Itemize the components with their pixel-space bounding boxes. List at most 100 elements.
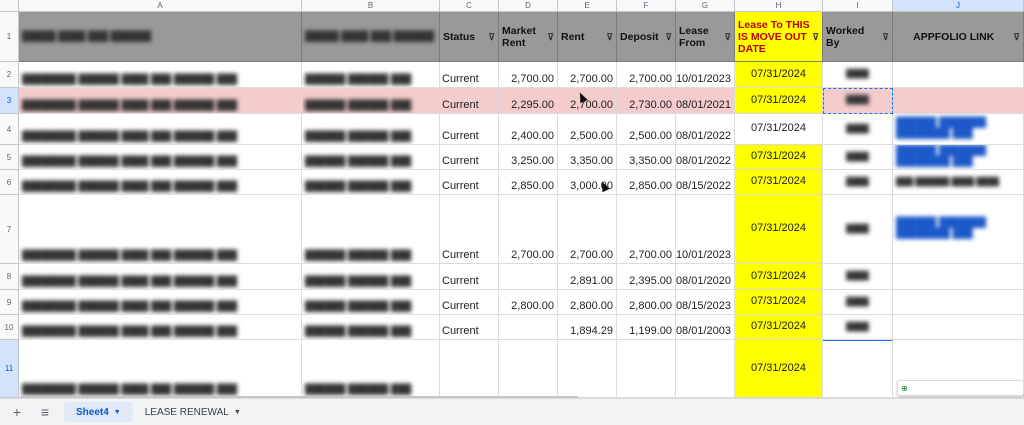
cell-c4[interactable]: Current (440, 114, 499, 145)
cell-j10[interactable] (893, 315, 1024, 340)
column-header-d[interactable]: D (499, 0, 558, 12)
row-header-3[interactable]: 3 (0, 88, 19, 114)
cell-g3[interactable]: 08/01/2021 (676, 88, 735, 114)
cell-j3[interactable] (893, 88, 1024, 114)
cell-e9[interactable]: 2,800.00 (558, 290, 617, 315)
cell-i11[interactable] (823, 340, 893, 398)
column-header-g[interactable]: G (676, 0, 735, 12)
cell-e2[interactable]: 2,700.00 (558, 62, 617, 88)
header-cell-e[interactable]: Rent ⊽ (558, 12, 617, 62)
row-header-1[interactable]: 1 (0, 12, 19, 62)
cell-b2[interactable]: ██████ ██████ ███ (302, 62, 440, 88)
cell-f7[interactable]: 2,700.00 (617, 195, 676, 264)
header-cell-h[interactable]: Lease To THIS IS MOVE OUT DATE ⊽ (735, 12, 823, 62)
header-cell-c[interactable]: Status ⊽ (440, 12, 499, 62)
cell-j6[interactable]: ███ ██████ ████ ████ (893, 170, 1024, 195)
cell-a7[interactable]: ████████ ██████ ████ ███ ██████ ███ (19, 195, 302, 264)
row-header-7[interactable]: 7 (0, 195, 19, 264)
row-header-2[interactable]: 2 (0, 62, 19, 88)
cell-b10[interactable]: ██████ ██████ ███ (302, 315, 440, 340)
cell-d11[interactable] (499, 340, 558, 398)
filter-icon[interactable]: ⊽ (882, 31, 889, 43)
column-header-h[interactable]: H (735, 0, 823, 12)
row-header-10[interactable]: 10 (0, 315, 19, 340)
cell-j9[interactable] (893, 290, 1024, 315)
appfolio-link[interactable]: ██████ ███████ ████████ ███ (896, 217, 1020, 239)
cell-d6[interactable]: 2,850.00 (499, 170, 558, 195)
filter-icon[interactable]: ⊽ (665, 31, 672, 43)
cell-c11[interactable] (440, 340, 499, 398)
column-header-j[interactable]: J (893, 0, 1024, 12)
cell-d3[interactable]: 2,295.00 (499, 88, 558, 114)
header-cell-f[interactable]: Deposit ⊽ (617, 12, 676, 62)
cell-g2[interactable]: 10/01/2023 (676, 62, 735, 88)
cell-h10[interactable]: 07/31/2024 (735, 315, 823, 340)
select-all-corner[interactable] (0, 0, 19, 12)
cell-h3[interactable]: 07/31/2024 (735, 88, 823, 114)
cell-f11[interactable] (617, 340, 676, 398)
appfolio-link[interactable]: ██████ ███████ ████████ ███ (896, 117, 1020, 139)
cell-c10[interactable]: Current (440, 315, 499, 340)
column-header-c[interactable]: C (440, 0, 499, 12)
cell-g10[interactable]: 08/01/2003 (676, 315, 735, 340)
cell-g4[interactable]: 08/01/2022 (676, 114, 735, 145)
spreadsheet-grid[interactable]: ABCDEFGHIJK1234567891011█████ ████ ███ █… (0, 0, 1024, 398)
cell-i9[interactable]: ████ (823, 290, 893, 315)
cell-e10[interactable]: 1,894.29 (558, 315, 617, 340)
cell-i10[interactable]: ████ (823, 315, 893, 340)
cell-d10[interactable] (499, 315, 558, 340)
cell-f4[interactable]: 2,500.00 (617, 114, 676, 145)
cell-f5[interactable]: 3,350.00 (617, 145, 676, 170)
cell-i5[interactable]: ████ (823, 145, 893, 170)
cell-g11[interactable] (676, 340, 735, 398)
chevron-down-icon[interactable]: ▼ (114, 409, 121, 416)
cell-i2[interactable]: ████ (823, 62, 893, 88)
cell-f6[interactable]: 2,850.00 (617, 170, 676, 195)
cell-b8[interactable]: ██████ ██████ ███ (302, 264, 440, 290)
cell-d2[interactable]: 2,700.00 (499, 62, 558, 88)
header-cell-b[interactable]: █████ ████ ███ ██████ (302, 12, 440, 62)
cell-a2[interactable]: ████████ ██████ ████ ███ ██████ ███ (19, 62, 302, 88)
cell-e4[interactable]: 2,500.00 (558, 114, 617, 145)
cell-c6[interactable]: Current (440, 170, 499, 195)
cell-a11[interactable]: ████████ ██████ ████ ███ ██████ ███ (19, 340, 302, 398)
cell-g7[interactable]: 10/01/2023 (676, 195, 735, 264)
column-header-i[interactable]: I (823, 0, 893, 12)
cell-a10[interactable]: ████████ ██████ ████ ███ ██████ ███ (19, 315, 302, 340)
cell-g5[interactable]: 08/01/2022 (676, 145, 735, 170)
row-header-9[interactable]: 9 (0, 290, 19, 315)
cell-f8[interactable]: 2,395.00 (617, 264, 676, 290)
cell-f2[interactable]: 2,700.00 (617, 62, 676, 88)
header-cell-a[interactable]: █████ ████ ███ ██████ (19, 12, 302, 62)
row-header-8[interactable]: 8 (0, 264, 19, 290)
header-cell-d[interactable]: Market Rent ⊽ (499, 12, 558, 62)
filter-icon[interactable]: ⊽ (488, 31, 495, 43)
cell-a8[interactable]: ████████ ██████ ████ ███ ██████ ███ (19, 264, 302, 290)
header-cell-g[interactable]: Lease From ⊽ (676, 12, 735, 62)
add-sheet-button[interactable]: + (6, 404, 28, 420)
filter-icon[interactable]: ⊽ (606, 31, 613, 43)
cell-a3[interactable]: ████████ ██████ ████ ███ ██████ ███ (19, 88, 302, 114)
cell-f10[interactable]: 1,199.00 (617, 315, 676, 340)
cell-i4[interactable]: ████ (823, 114, 893, 145)
cell-i8[interactable]: ████ (823, 264, 893, 290)
cell-e5[interactable]: 3,350.00 (558, 145, 617, 170)
cell-h5[interactable]: 07/31/2024 (735, 145, 823, 170)
cell-f9[interactable]: 2,800.00 (617, 290, 676, 315)
column-header-b[interactable]: B (302, 0, 440, 12)
cell-j2[interactable] (893, 62, 1024, 88)
cell-b11[interactable]: ██████ ██████ ███ (302, 340, 440, 398)
cell-b9[interactable]: ██████ ██████ ███ (302, 290, 440, 315)
cell-d9[interactable]: 2,800.00 (499, 290, 558, 315)
cell-b5[interactable]: ██████ ██████ ███ (302, 145, 440, 170)
cell-b7[interactable]: ██████ ██████ ███ (302, 195, 440, 264)
cell-b6[interactable]: ██████ ██████ ███ (302, 170, 440, 195)
header-cell-j[interactable]: APPFOLIO LINK ⊽ (893, 12, 1024, 62)
column-header-e[interactable]: E (558, 0, 617, 12)
row-header-6[interactable]: 6 (0, 170, 19, 195)
cell-e11[interactable] (558, 340, 617, 398)
cell-g8[interactable]: 08/01/2020 (676, 264, 735, 290)
cell-h8[interactable]: 07/31/2024 (735, 264, 823, 290)
row-header-4[interactable]: 4 (0, 114, 19, 145)
column-header-f[interactable]: F (617, 0, 676, 12)
